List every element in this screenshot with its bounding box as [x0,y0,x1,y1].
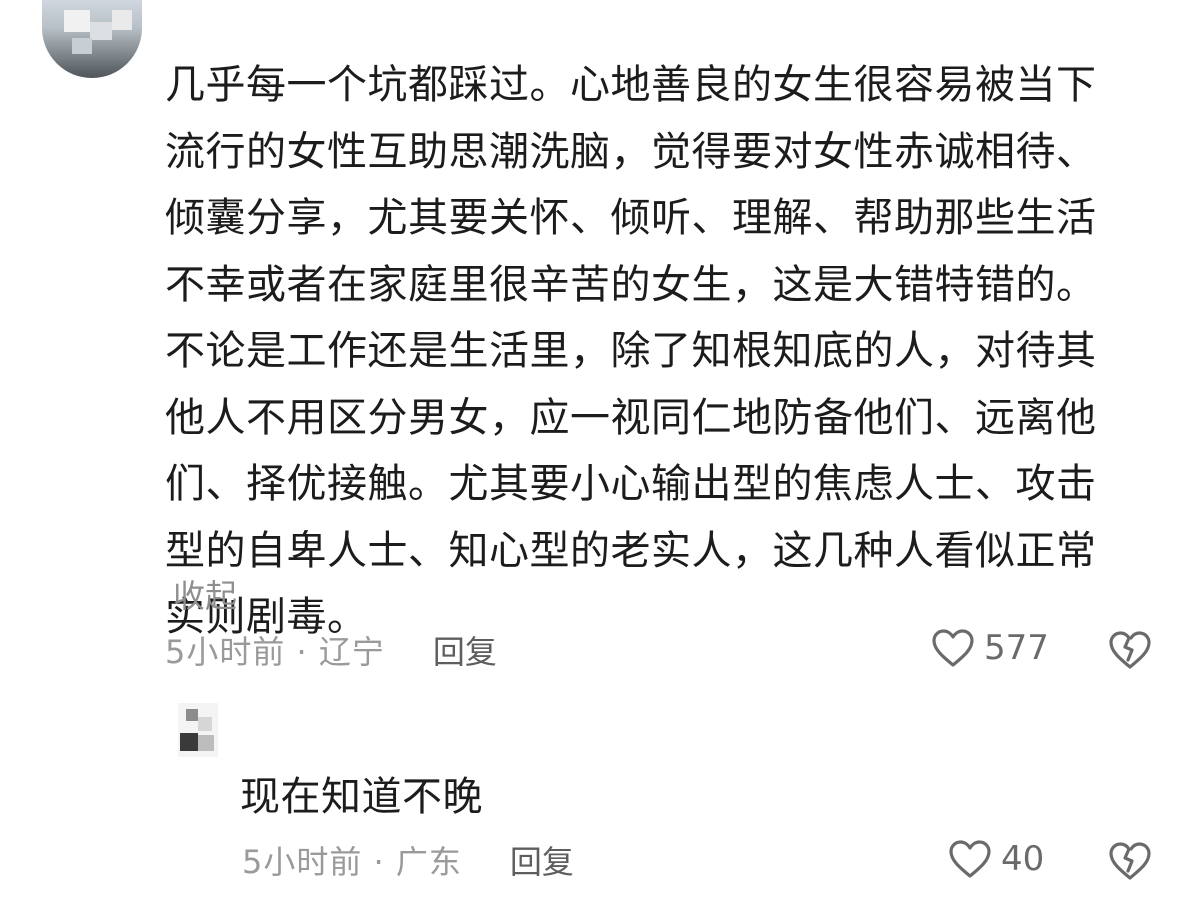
reply-reply-button[interactable]: 回复 [510,840,574,884]
like-count: 577 [984,628,1049,668]
comment-thread: 几乎每一个坑都踩过。心地善良的女生很容易被当下流行的女性互助思潮洗脑，觉得要对女… [0,0,1200,903]
reply-time-location: 5小时前 · 广东 [242,843,462,881]
broken-heart-icon [1108,631,1152,675]
reply-text: 现在知道不晚 [240,774,483,820]
dislike-button[interactable] [1108,629,1152,675]
replier-avatar[interactable] [178,703,218,757]
reply-meta: 5小时前 · 广东 回复 [242,840,574,884]
reply-like-count: 40 [1001,839,1045,879]
comment-meta: 5小时前 · 辽宁 回复 [165,630,497,674]
reply-dislike-button[interactable] [1108,840,1152,886]
comment-time-location: 5小时前 · 辽宁 [165,633,385,671]
comment-text: 几乎每一个坑都踩过。心地善良的女生很容易被当下流行的女性互助思潮洗脑，觉得要对女… [165,62,1097,640]
commenter-avatar[interactable] [42,0,142,78]
broken-heart-icon [1108,842,1152,886]
like-button[interactable]: 577 [930,627,1049,669]
reply-button[interactable]: 回复 [433,630,497,674]
heart-outline-icon [930,627,976,669]
heart-outline-icon [947,838,993,880]
reply-like-button[interactable]: 40 [947,838,1044,880]
collapse-link[interactable]: 收起 [173,574,237,618]
